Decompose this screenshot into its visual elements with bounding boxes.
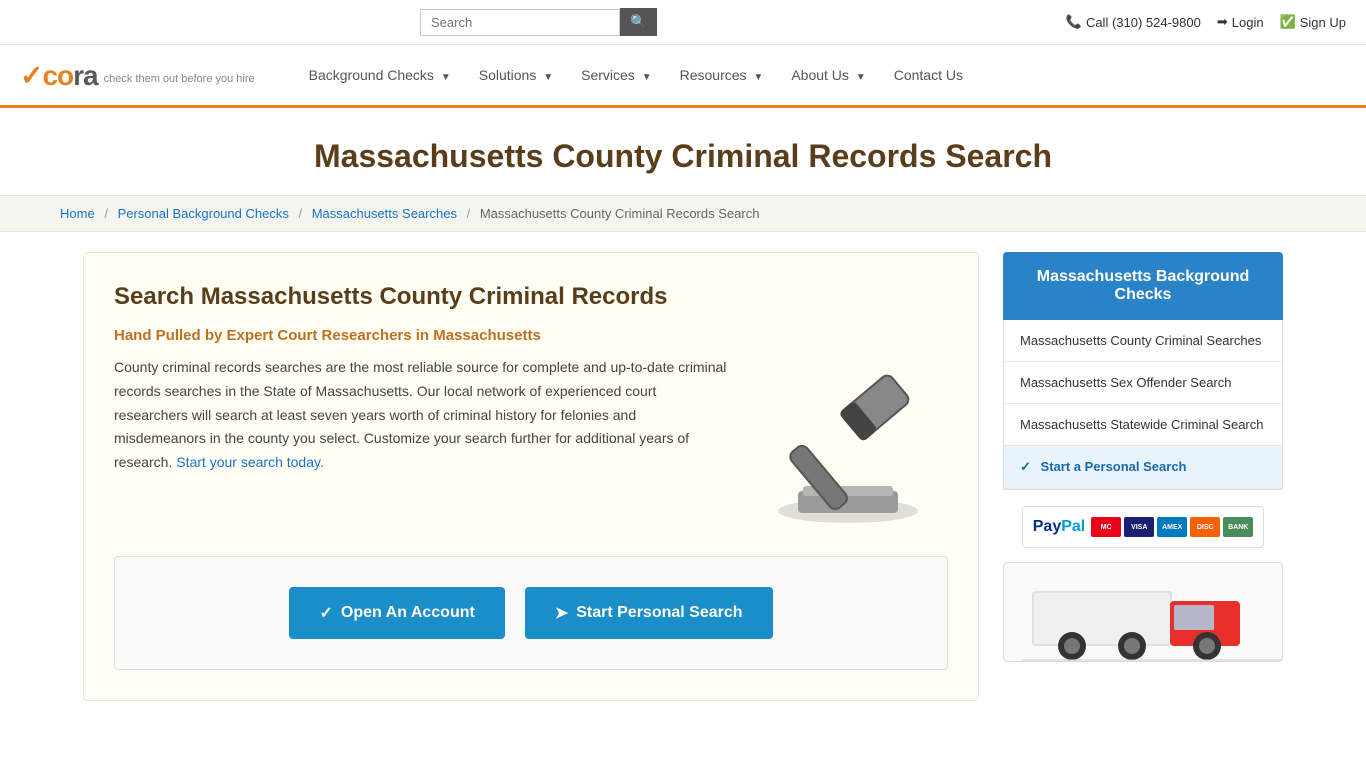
breadcrumb-personal[interactable]: Personal Background Checks	[118, 206, 289, 221]
phone-icon: 📞	[1066, 14, 1082, 30]
top-links: 📞 Call (310) 524-9800 ➡ Login ✅ Sign Up	[1066, 14, 1346, 30]
chevron-down-icon: ▼	[856, 72, 866, 83]
sidebar-item-personal-search[interactable]: ✓ Start a Personal Search	[1004, 446, 1282, 489]
breadcrumb-home[interactable]: Home	[60, 206, 95, 221]
nav-background-checks[interactable]: Background Checks ▼	[295, 45, 465, 105]
content-text: County criminal records searches are the…	[114, 356, 728, 475]
paypal-box: PayPal MC VISA AMEX DISC BANK	[1022, 506, 1264, 548]
logo-tagline: check them out before you hire	[104, 73, 255, 85]
check-icon: ✓	[1020, 459, 1031, 474]
paypal-area: PayPal MC VISA AMEX DISC BANK	[1003, 506, 1283, 548]
nav-solutions[interactable]: Solutions ▼	[465, 45, 567, 105]
search-wrap: 🔍	[420, 8, 657, 36]
logo-check: ✓co	[20, 60, 73, 91]
sidebar-menu: Massachusetts County Criminal Searches M…	[1003, 320, 1283, 490]
nav-about-us[interactable]: About Us ▼	[777, 45, 879, 105]
card-icons: MC VISA AMEX DISC BANK	[1091, 517, 1253, 537]
chevron-down-icon: ▼	[753, 72, 763, 83]
chevron-down-icon: ▼	[543, 72, 553, 83]
breadcrumb-current: Massachusetts County Criminal Records Se…	[480, 206, 760, 221]
breadcrumb-ma-searches[interactable]: Massachusetts Searches	[312, 206, 457, 221]
amex-icon: AMEX	[1157, 517, 1187, 537]
sidebar-header: Massachusetts Background Checks	[1003, 252, 1283, 320]
gavel-image	[748, 356, 948, 536]
signup-link[interactable]: ✅ Sign Up	[1280, 14, 1346, 30]
sidebar-item-statewide[interactable]: Massachusetts Statewide Criminal Search	[1004, 404, 1282, 446]
breadcrumb-sep-2: /	[298, 206, 302, 221]
top-bar: 🔍 📞 Call (310) 524-9800 ➡ Login ✅ Sign U…	[0, 0, 1366, 45]
sidebar: Massachusetts Background Checks Massachu…	[1003, 252, 1283, 701]
navbar: ✓cora check them out before you hire Bac…	[0, 45, 1366, 108]
truck-area	[1003, 562, 1283, 662]
chevron-down-icon: ▼	[642, 72, 652, 83]
paypal-logo: PayPal	[1033, 518, 1085, 536]
open-account-button[interactable]: ✓ Open An Account	[289, 587, 504, 639]
content-body: County criminal records searches are the…	[114, 356, 948, 536]
breadcrumb: Home / Personal Background Checks / Mass…	[0, 195, 1366, 232]
logo-rest: ra	[73, 60, 97, 91]
chevron-down-icon: ▼	[441, 72, 451, 83]
open-account-icon: ✓	[319, 603, 332, 623]
sidebar-item-county-criminal[interactable]: Massachusetts County Criminal Searches	[1004, 320, 1282, 362]
mastercard-icon: MC	[1091, 517, 1121, 537]
search-button[interactable]: 🔍	[620, 8, 657, 36]
signup-icon: ✅	[1280, 14, 1296, 30]
main-container: Search Massachusetts County Criminal Rec…	[43, 252, 1323, 701]
login-icon: ➡	[1217, 14, 1228, 30]
start-search-link[interactable]: Start your search today.	[176, 454, 324, 470]
sidebar-item-sex-offender[interactable]: Massachusetts Sex Offender Search	[1004, 362, 1282, 404]
nav-menu: Background Checks ▼ Solutions ▼ Services…	[295, 45, 977, 105]
content-left: Search Massachusetts County Criminal Rec…	[83, 252, 979, 701]
start-personal-search-button[interactable]: ➤ Start Personal Search	[525, 587, 773, 639]
start-search-icon: ➤	[555, 603, 568, 623]
logo: ✓cora	[20, 59, 98, 92]
page-title-section: Massachusetts County Criminal Records Se…	[0, 108, 1366, 195]
visa-icon: VISA	[1124, 517, 1154, 537]
bank-icon: BANK	[1223, 517, 1253, 537]
content-subheading: Hand Pulled by Expert Court Researchers …	[114, 327, 948, 344]
nav-services[interactable]: Services ▼	[567, 45, 665, 105]
breadcrumb-sep-1: /	[104, 206, 108, 221]
cta-area: ✓ Open An Account ➤ Start Personal Searc…	[114, 556, 948, 670]
nav-resources[interactable]: Resources ▼	[666, 45, 778, 105]
content-heading: Search Massachusetts County Criminal Rec…	[114, 283, 948, 311]
nav-contact-us[interactable]: Contact Us	[880, 45, 977, 105]
page-title: Massachusetts County Criminal Records Se…	[20, 138, 1346, 175]
phone-link[interactable]: 📞 Call (310) 524-9800	[1066, 14, 1201, 30]
login-link[interactable]: ➡ Login	[1217, 14, 1264, 30]
logo-area: ✓cora check them out before you hire	[20, 47, 255, 104]
discover-icon: DISC	[1190, 517, 1220, 537]
breadcrumb-sep-3: /	[467, 206, 471, 221]
search-input[interactable]	[420, 9, 620, 36]
